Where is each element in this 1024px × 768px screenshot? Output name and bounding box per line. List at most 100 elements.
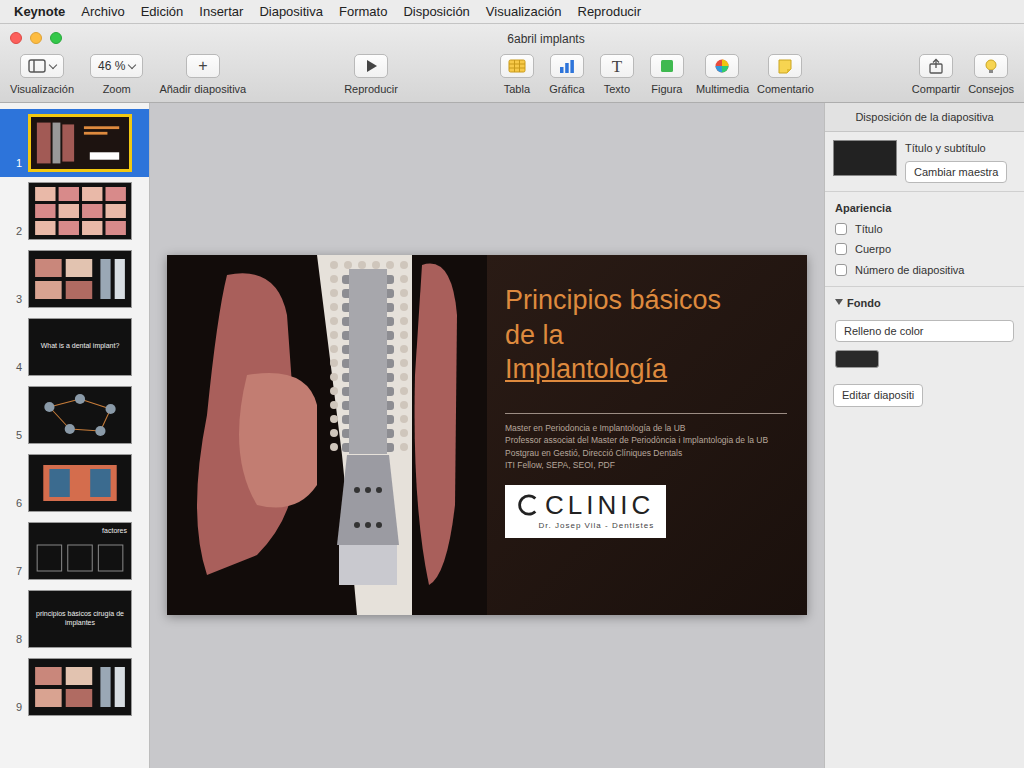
inspector: Disposición de la diapositivaTítulo y su… bbox=[824, 103, 1024, 768]
toolbar-comment[interactable]: Comentario bbox=[757, 54, 814, 98]
toolbar-shape[interactable]: Figura bbox=[646, 54, 688, 98]
logo-name: CLINIC bbox=[545, 491, 654, 520]
credit-line: ITI Fellow, SEPA, SEOI, PDF bbox=[505, 459, 787, 471]
chevron-icon bbox=[49, 60, 57, 68]
toolbar-media[interactable]: Multimedia bbox=[696, 54, 749, 98]
slide-number: 5 bbox=[6, 427, 22, 444]
toolbar-label: Figura bbox=[651, 81, 682, 98]
slide-thumbnail-art bbox=[31, 117, 129, 169]
menu-item[interactable]: Reproducir bbox=[578, 2, 642, 22]
slide-row[interactable]: 1 bbox=[0, 109, 149, 177]
appearance-option[interactable]: Título bbox=[835, 221, 1014, 238]
slide-number: 6 bbox=[6, 495, 22, 512]
menu-item[interactable]: Disposición bbox=[403, 2, 469, 22]
slide-row[interactable]: 5 bbox=[0, 381, 149, 449]
toolbar-label: Añadir diapositiva bbox=[159, 81, 246, 98]
checkbox[interactable] bbox=[835, 223, 847, 235]
slide-row[interactable]: 9 bbox=[0, 653, 149, 721]
checkbox[interactable] bbox=[835, 264, 847, 276]
toolbar-play[interactable]: Reproducir bbox=[344, 54, 398, 98]
window-r-icon[interactable] bbox=[10, 32, 22, 44]
credit-line: Master en Periodoncia e Implantología de… bbox=[505, 422, 787, 434]
toolbar-chart[interactable]: Gráfica bbox=[546, 54, 588, 98]
slide-thumbnail[interactable]: What is a dental implant? bbox=[28, 318, 132, 376]
menu-bar: Keynote Archivo Edición Insertar Diapositiva… bbox=[0, 0, 1024, 24]
disclosure-icon[interactable] bbox=[835, 299, 843, 307]
slide-number: 2 bbox=[6, 223, 22, 240]
option-label: Número de diapositiva bbox=[855, 262, 964, 279]
toolbar-label: Compartir bbox=[912, 81, 960, 98]
appearance-option[interactable]: Número de diapositiva bbox=[835, 262, 1014, 279]
toolbar-glyph[interactable]: TTexto bbox=[596, 54, 638, 98]
credit-line: Postgrau en Gestió, Direcció Clíniques D… bbox=[505, 447, 787, 459]
slide-row[interactable]: 6 bbox=[0, 449, 149, 517]
slide-thumbnail[interactable] bbox=[28, 386, 132, 444]
chevron-icon bbox=[128, 60, 136, 68]
menu-item[interactable]: Archivo bbox=[81, 2, 124, 22]
slide-thumbnail[interactable] bbox=[28, 114, 132, 172]
chart-icon bbox=[558, 58, 576, 74]
comment-icon bbox=[776, 58, 794, 74]
toolbar-table[interactable]: Tabla bbox=[496, 54, 538, 98]
zoom-value[interactable]: 46 % bbox=[98, 57, 125, 75]
thumbnail-text: What is a dental implant? bbox=[41, 342, 120, 350]
slide-row[interactable]: 4 What is a dental implant? bbox=[0, 313, 149, 381]
slide-thumbnail-art bbox=[29, 251, 131, 307]
toolbar-label: Zoom bbox=[103, 81, 131, 98]
menu-item[interactable]: Insertar bbox=[199, 2, 243, 22]
change-master-button[interactable]: Cambiar maestra bbox=[905, 161, 1007, 184]
slide-canvas: Principios básicosde laImplantología Mast… bbox=[150, 103, 824, 768]
slide[interactable]: Principios básicosde laImplantología Mast… bbox=[167, 255, 807, 615]
toolbar-share[interactable]: Compartir bbox=[912, 54, 960, 98]
layout-section: Título y subtítuloCambiar maestra bbox=[825, 132, 1024, 191]
slide-title[interactable]: Principios básicosde laImplantología bbox=[505, 283, 787, 387]
toolbar-label: Multimedia bbox=[696, 81, 749, 98]
slide-row[interactable]: 7factores bbox=[0, 517, 149, 585]
slide-thumbnail[interactable] bbox=[28, 658, 132, 716]
title-line: Implantología bbox=[505, 352, 787, 387]
toolbar-select[interactable]: 46 % Zoom bbox=[90, 54, 143, 98]
toolbar: 6abril implantsVisualización46 %Zoom+Aña… bbox=[0, 24, 1024, 103]
window-controls bbox=[10, 32, 62, 44]
toolbar-glyph[interactable]: + Añadir diapositiva bbox=[159, 54, 246, 98]
fill-type-select[interactable]: Relleno de color bbox=[835, 320, 1014, 343]
inspector-header[interactable]: Disposición de la diapositiva bbox=[825, 103, 1024, 133]
slide-row[interactable]: 8principios básicos cirugía de implantes bbox=[0, 585, 149, 653]
color-well[interactable] bbox=[835, 350, 879, 368]
slide-thumbnail[interactable]: factores bbox=[28, 522, 132, 580]
slide-row[interactable]: 3 bbox=[0, 245, 149, 313]
view-icon bbox=[28, 58, 46, 74]
slide-thumbnail[interactable] bbox=[28, 182, 132, 240]
logo-subtitle: Dr. Josep Vila - Dentistes bbox=[539, 520, 655, 532]
toolbar-label: Visualización bbox=[10, 81, 74, 98]
toolbar-tips[interactable]: Consejos bbox=[968, 54, 1014, 98]
slide-number: 4 bbox=[6, 359, 22, 376]
window-y-icon[interactable] bbox=[30, 32, 42, 44]
menu-item[interactable]: Keynote bbox=[14, 2, 65, 22]
appearance-section: AparienciaTítuloCuerpoNúmero de diaposit… bbox=[825, 191, 1024, 286]
implant-illustration bbox=[167, 255, 487, 615]
slide-text-area: Principios básicosde laImplantología Mast… bbox=[487, 255, 807, 615]
tips-icon bbox=[982, 58, 1000, 74]
background-toggle[interactable]: Fondo bbox=[835, 295, 1014, 312]
menu-item[interactable]: Diapositiva bbox=[259, 2, 323, 22]
slide-thumbnail[interactable] bbox=[28, 454, 132, 512]
toolbar-view[interactable]: Visualización bbox=[10, 54, 74, 98]
window-g-icon[interactable] bbox=[50, 32, 62, 44]
slide-row[interactable]: 2 bbox=[0, 177, 149, 245]
slide-thumbnail[interactable]: principios básicos cirugía de implantes bbox=[28, 590, 132, 648]
edit-slide-button[interactable]: Editar diapositi bbox=[833, 384, 923, 407]
slide-thumbnail[interactable] bbox=[28, 250, 132, 308]
glyph-icon: + bbox=[198, 58, 207, 74]
title-line: de la bbox=[505, 318, 787, 353]
menu-item[interactable]: Edición bbox=[141, 2, 184, 22]
slide-navigator: 1 2 3 4 What is a dental implant? 5 6 7factores… bbox=[0, 103, 150, 768]
layout-thumbnail[interactable] bbox=[833, 140, 897, 176]
menu-item[interactable]: Formato bbox=[339, 2, 387, 22]
table-icon bbox=[508, 58, 526, 74]
option-label: Título bbox=[855, 221, 883, 238]
appearance-option[interactable]: Cuerpo bbox=[835, 241, 1014, 258]
ring-logo-icon bbox=[517, 493, 539, 517]
checkbox[interactable] bbox=[835, 243, 847, 255]
menu-item[interactable]: Visualización bbox=[486, 2, 562, 22]
